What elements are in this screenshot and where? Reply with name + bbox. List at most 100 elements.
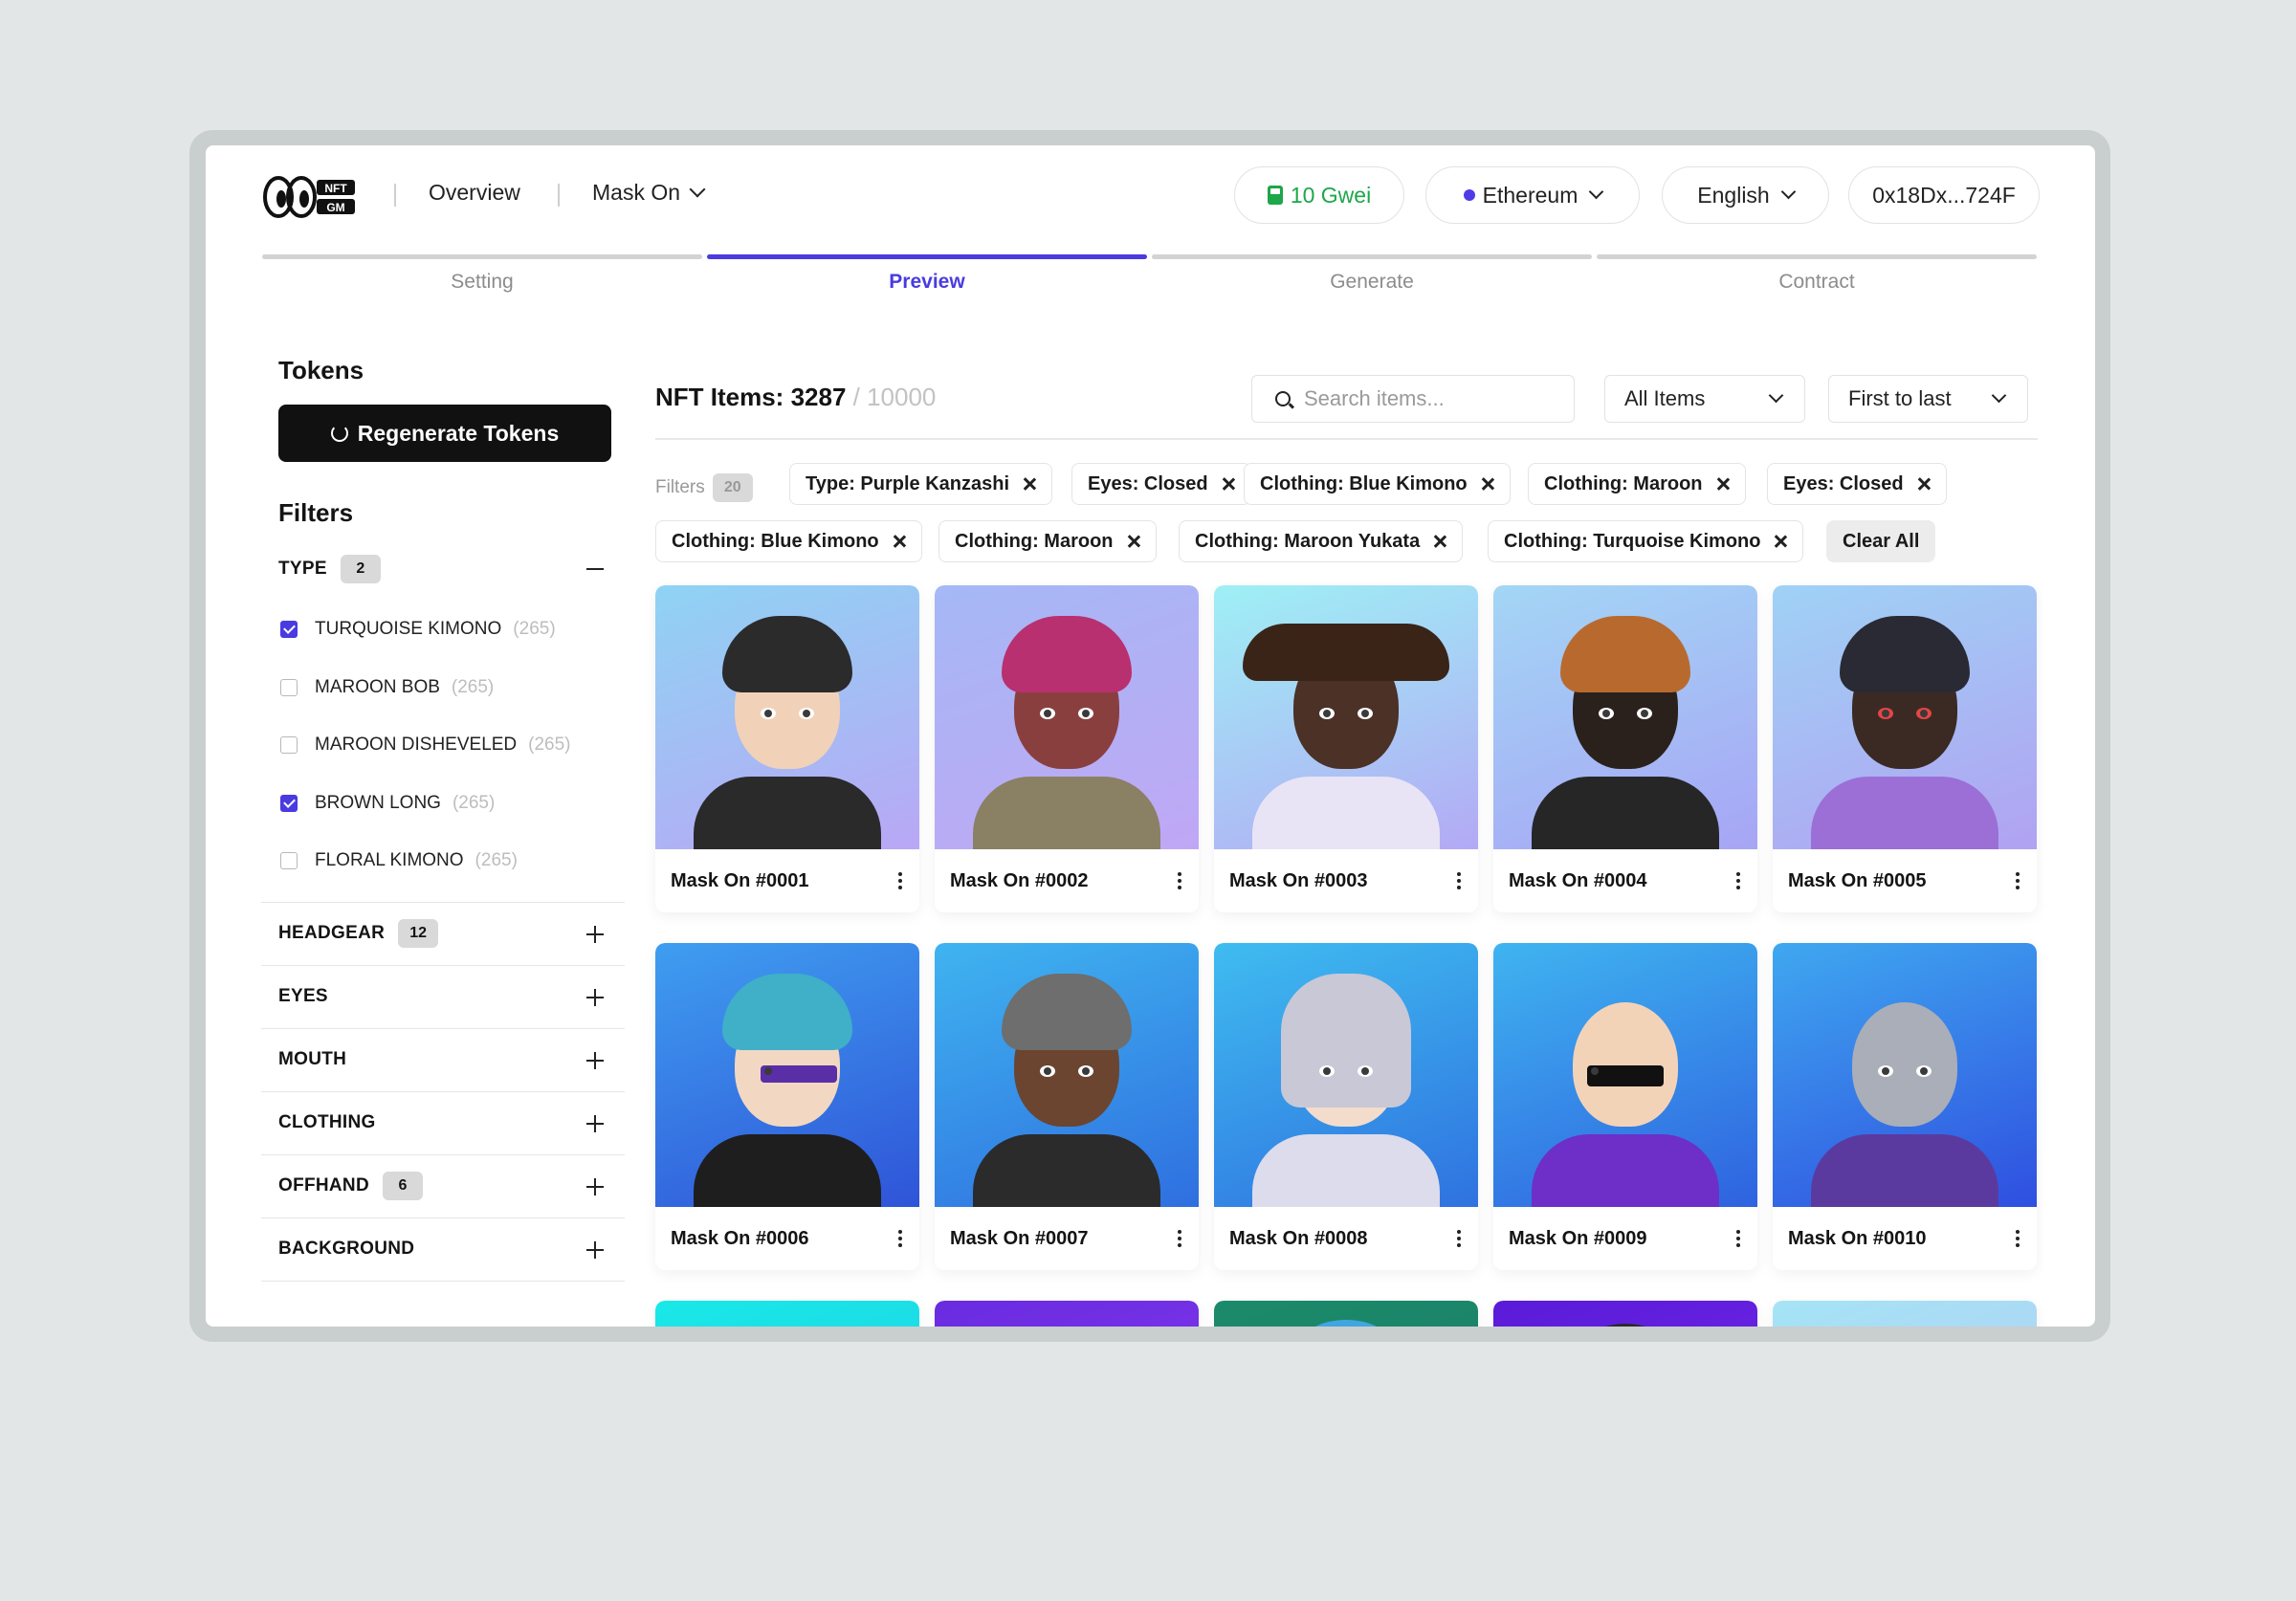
more-vertical-icon[interactable] xyxy=(2016,872,2020,889)
nft-card[interactable]: Mask On #0009 xyxy=(1493,943,1757,1270)
nft-image[interactable] xyxy=(655,943,919,1207)
filter-option[interactable]: FLORAL KIMONO (265) xyxy=(261,832,625,890)
nft-card[interactable] xyxy=(1773,1301,2037,1327)
more-vertical-icon[interactable] xyxy=(898,872,902,889)
clear-all-button[interactable]: Clear All xyxy=(1826,520,1936,562)
checkbox-checked[interactable] xyxy=(280,621,298,639)
gas-price-pill[interactable]: 10 Gwei xyxy=(1234,166,1404,224)
more-vertical-icon[interactable] xyxy=(898,1230,902,1247)
expand-plus-icon[interactable] xyxy=(586,1114,604,1132)
nft-image[interactable] xyxy=(1773,943,2037,1207)
nav-project-dropdown[interactable]: Mask On xyxy=(592,180,706,206)
filter-option[interactable]: BROWN LONG (265) xyxy=(261,775,625,833)
checkbox[interactable] xyxy=(280,678,298,696)
filter-category-mouth[interactable]: MOUTH xyxy=(261,1029,625,1092)
nft-image[interactable] xyxy=(1214,943,1478,1207)
close-icon[interactable] xyxy=(1716,477,1730,491)
close-icon[interactable] xyxy=(1774,535,1787,548)
nav-overview[interactable]: Overview xyxy=(429,180,520,206)
close-icon[interactable] xyxy=(1127,535,1140,548)
filter-chip[interactable]: Clothing: Blue Kimono xyxy=(1244,463,1511,505)
nft-card[interactable] xyxy=(1214,1301,1478,1327)
checkbox-checked[interactable] xyxy=(280,794,298,812)
more-vertical-icon[interactable] xyxy=(1178,872,1181,889)
filter-option[interactable]: MAROON DISHEVELED (265) xyxy=(261,716,625,775)
step-generate[interactable]: Generate xyxy=(1152,254,1592,294)
nft-card[interactable]: Mask On #0003 xyxy=(1214,585,1478,912)
filter-chip[interactable]: Clothing: Maroon xyxy=(938,520,1157,562)
filter-option[interactable]: TURQUOISE KIMONO (265) xyxy=(261,601,625,659)
filter-chip[interactable]: Clothing: Maroon Yukata xyxy=(1179,520,1464,562)
nft-card[interactable]: Mask On #0007 xyxy=(935,943,1199,1270)
wallet-address-button[interactable]: 0x18Dx...724F xyxy=(1848,166,2040,224)
nft-image[interactable] xyxy=(655,585,919,849)
filter-category-clothing[interactable]: CLOTHING xyxy=(261,1092,625,1155)
filter-category-offhand[interactable]: OFFHAND 6 xyxy=(261,1155,625,1218)
more-vertical-icon[interactable] xyxy=(1457,872,1461,889)
expand-plus-icon[interactable] xyxy=(586,925,604,943)
filter-chip[interactable]: Eyes: Closed xyxy=(1767,463,1947,505)
step-setting[interactable]: Setting xyxy=(262,254,702,294)
nft-image[interactable] xyxy=(1493,943,1757,1207)
expand-plus-icon[interactable] xyxy=(586,1177,604,1195)
nft-card[interactable] xyxy=(935,1301,1199,1327)
close-icon[interactable] xyxy=(1433,535,1446,548)
language-select[interactable]: English xyxy=(1662,166,1829,224)
more-vertical-icon[interactable] xyxy=(1736,1230,1740,1247)
checkbox[interactable] xyxy=(280,852,298,870)
close-icon[interactable] xyxy=(1023,477,1036,491)
search-input[interactable] xyxy=(1304,386,1543,411)
nft-image[interactable] xyxy=(935,1301,1199,1327)
expand-plus-icon[interactable] xyxy=(586,1051,604,1069)
items-filter-select[interactable]: All Items xyxy=(1604,375,1805,423)
filter-category-background[interactable]: BACKGROUND xyxy=(261,1218,625,1282)
search-box[interactable] xyxy=(1251,375,1575,423)
nft-card[interactable]: Mask On #0004 xyxy=(1493,585,1757,912)
close-icon[interactable] xyxy=(1481,477,1494,491)
nft-image[interactable] xyxy=(655,1301,919,1327)
nft-card[interactable] xyxy=(655,1301,919,1327)
nft-card-caption: Mask On #0009 xyxy=(1493,1207,1757,1270)
close-icon[interactable] xyxy=(1917,477,1931,491)
nft-image[interactable] xyxy=(935,585,1199,849)
filter-category-type[interactable]: TYPE 2 xyxy=(261,537,625,601)
step-preview[interactable]: Preview xyxy=(707,254,1147,294)
nft-image[interactable] xyxy=(1493,1301,1757,1327)
filter-option[interactable]: MAROON BOB (265) xyxy=(261,659,625,717)
filter-chip[interactable]: Eyes: Closed xyxy=(1071,463,1251,505)
filter-category-eyes[interactable]: EYES xyxy=(261,966,625,1029)
more-vertical-icon[interactable] xyxy=(1178,1230,1181,1247)
close-icon[interactable] xyxy=(1222,477,1235,491)
nftgm-logo[interactable]: NFT GM xyxy=(263,170,359,224)
nft-card[interactable] xyxy=(1493,1301,1757,1327)
filter-chip[interactable]: Type: Purple Kanzashi xyxy=(789,463,1053,505)
collapse-minus-icon[interactable] xyxy=(586,560,604,578)
nft-image[interactable] xyxy=(1773,1301,2037,1327)
filter-chip[interactable]: Clothing: Blue Kimono xyxy=(655,520,922,562)
nft-card[interactable]: Mask On #0008 xyxy=(1214,943,1478,1270)
more-vertical-icon[interactable] xyxy=(2016,1230,2020,1247)
nft-card[interactable]: Mask On #0010 xyxy=(1773,943,2037,1270)
filter-chip[interactable]: Clothing: Turquoise Kimono xyxy=(1488,520,1804,562)
filter-category-headgear[interactable]: HEADGEAR 12 xyxy=(261,903,625,966)
nft-card[interactable]: Mask On #0002 xyxy=(935,585,1199,912)
nft-image[interactable] xyxy=(1214,585,1478,849)
network-select[interactable]: Ethereum xyxy=(1425,166,1640,224)
sort-select[interactable]: First to last xyxy=(1828,375,2028,423)
expand-plus-icon[interactable] xyxy=(586,1240,604,1259)
more-vertical-icon[interactable] xyxy=(1736,872,1740,889)
nft-card[interactable]: Mask On #0006 xyxy=(655,943,919,1270)
step-contract[interactable]: Contract xyxy=(1597,254,2037,294)
nft-image[interactable] xyxy=(1493,585,1757,849)
checkbox[interactable] xyxy=(280,736,298,755)
nft-image[interactable] xyxy=(1773,585,2037,849)
nft-image[interactable] xyxy=(935,943,1199,1207)
nft-image[interactable] xyxy=(1214,1301,1478,1327)
nft-card[interactable]: Mask On #0001 xyxy=(655,585,919,912)
more-vertical-icon[interactable] xyxy=(1457,1230,1461,1247)
close-icon[interactable] xyxy=(893,535,906,548)
filter-chip[interactable]: Clothing: Maroon xyxy=(1528,463,1746,505)
nft-card[interactable]: Mask On #0005 xyxy=(1773,585,2037,912)
expand-plus-icon[interactable] xyxy=(586,988,604,1006)
regenerate-tokens-button[interactable]: Regenerate Tokens xyxy=(278,405,611,462)
